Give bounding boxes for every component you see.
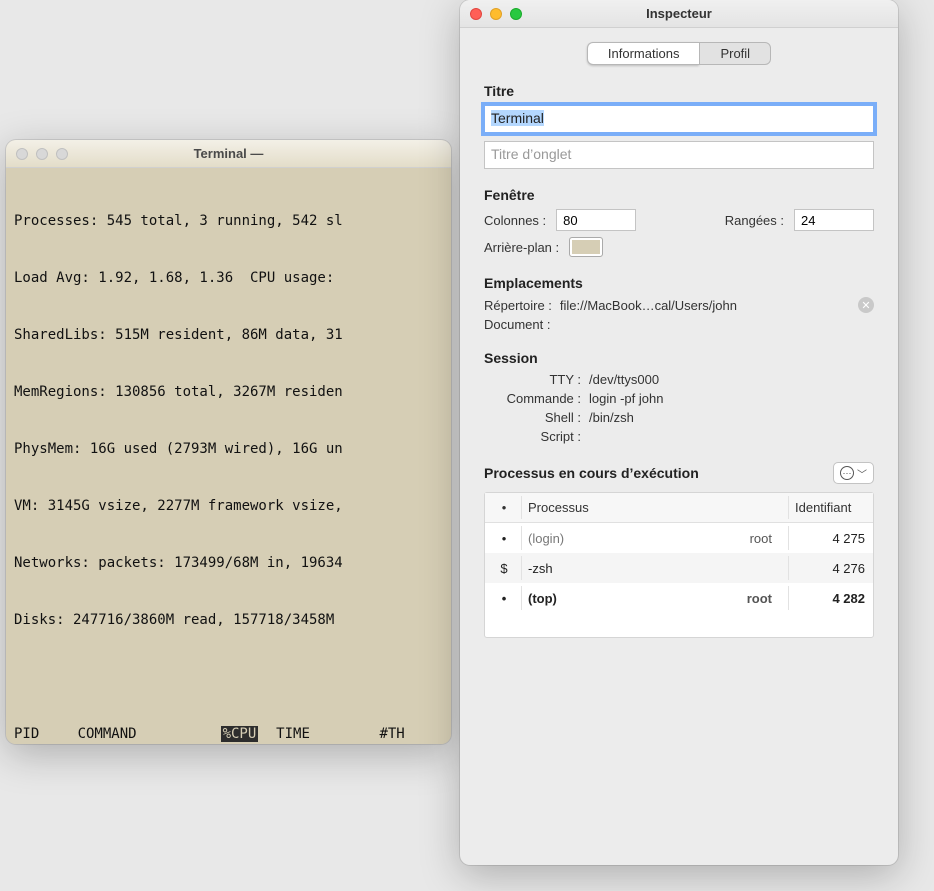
spacer	[14, 668, 443, 687]
process-row-empty	[485, 613, 873, 637]
tab-profil[interactable]: Profil	[699, 42, 771, 65]
columns-input[interactable]	[556, 209, 636, 231]
col-bullet: •	[493, 500, 515, 515]
rows-input[interactable]	[794, 209, 874, 231]
rows-label: Rangées :	[725, 213, 784, 228]
inspector-title: Inspecteur	[460, 6, 898, 21]
terminal-titlebar[interactable]: Terminal —	[6, 140, 451, 168]
clear-directory-icon[interactable]: ✕	[858, 297, 874, 313]
top-header-line: Disks: 247716/3860M read, 157718/3458M	[14, 611, 443, 630]
tty-label: TTY :	[484, 372, 589, 387]
process-row[interactable]: • (login)root 4 275	[485, 523, 873, 553]
shell-value: /bin/zsh	[589, 410, 634, 425]
col-pid: PID	[14, 725, 78, 744]
col-process-name[interactable]: Processus	[528, 500, 727, 515]
window-title-value: Terminal	[491, 110, 544, 126]
col-command: COMMAND	[78, 725, 221, 744]
process-name: (top)	[528, 591, 727, 606]
bullet-icon: •	[493, 531, 515, 546]
terminal-window: Terminal — Processes: 545 total, 3 runni…	[6, 140, 451, 744]
section-title-processes: Processus en cours d’exécution	[484, 465, 699, 481]
terminal-title: Terminal —	[6, 146, 451, 161]
columns-label: Colonnes :	[484, 213, 546, 228]
section-title-emplacements: Emplacements	[484, 275, 874, 291]
terminal-output[interactable]: Processes: 545 total, 3 running, 542 sl …	[6, 168, 451, 744]
shell-label: Shell :	[484, 410, 589, 425]
process-user: root	[727, 531, 782, 546]
section-title-fenetre: Fenêtre	[484, 187, 874, 203]
inspector-window: Inspecteur Informations Profil Titre Ter…	[460, 0, 898, 865]
process-row[interactable]: • (top)root 4 282	[485, 583, 873, 613]
col-time: TIME	[276, 725, 379, 744]
top-header-line: Load Avg: 1.92, 1.68, 1.36 CPU usage:	[14, 269, 443, 288]
process-list-header: • Processus Identifiant	[485, 493, 873, 523]
top-header-line: Networks: packets: 173499/68M in, 19634	[14, 554, 443, 573]
background-color-swatch[interactable]	[569, 237, 603, 257]
process-user: root	[727, 591, 782, 606]
process-id: 4 276	[795, 561, 865, 576]
directory-label: Répertoire :	[484, 298, 552, 313]
col-cpu: %CPU	[221, 725, 277, 744]
process-name: -zsh	[528, 561, 727, 576]
section-title-titre: Titre	[484, 83, 874, 99]
section-title-session: Session	[484, 350, 874, 366]
process-name: (login)	[528, 531, 727, 546]
top-header-line: SharedLibs: 515M resident, 86M data, 31	[14, 326, 443, 345]
script-label: Script :	[484, 429, 589, 444]
ellipsis-icon: ⋯	[840, 466, 854, 480]
directory-value: file://MacBook…cal/Users/john	[560, 298, 850, 313]
process-id: 4 282	[795, 591, 865, 606]
document-label: Document :	[484, 317, 550, 332]
inspector-tabs: Informations Profil	[460, 42, 898, 65]
top-header-line: MemRegions: 130856 total, 3267M residen	[14, 383, 443, 402]
tab-title-placeholder: Titre d’onglet	[491, 146, 571, 162]
chevron-down-icon: ﹀	[857, 466, 867, 481]
process-row[interactable]: $ -zsh 4 276	[485, 553, 873, 583]
inspector-titlebar[interactable]: Inspecteur	[460, 0, 898, 28]
command-label: Commande :	[484, 391, 589, 406]
tab-title-input[interactable]: Titre d’onglet	[484, 141, 874, 169]
top-header-line: PhysMem: 16G used (2793M wired), 16G un	[14, 440, 443, 459]
background-label: Arrière-plan :	[484, 240, 559, 255]
col-identifier[interactable]: Identifiant	[795, 500, 865, 515]
process-id: 4 275	[795, 531, 865, 546]
col-threads: #TH	[379, 725, 443, 744]
bullet-icon: $	[493, 561, 515, 576]
process-list: • Processus Identifiant •(login)root4 27…	[484, 492, 874, 638]
top-header-line: VM: 3145G vsize, 2277M framework vsize,	[14, 497, 443, 516]
tab-informations[interactable]: Informations	[587, 42, 700, 65]
process-actions-button[interactable]: ⋯ ﹀	[833, 462, 874, 484]
top-header-line: Processes: 545 total, 3 running, 542 sl	[14, 212, 443, 231]
top-columns-header: PIDCOMMAND%CPUTIME#TH	[14, 725, 443, 744]
tty-value: /dev/ttys000	[589, 372, 659, 387]
window-title-input[interactable]: Terminal	[484, 105, 874, 133]
command-value: login -pf john	[589, 391, 663, 406]
bullet-icon: •	[493, 591, 515, 606]
